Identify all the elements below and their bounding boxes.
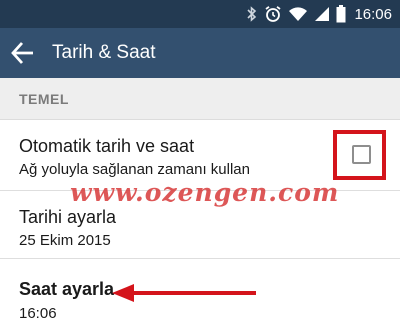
auto-datetime-title: Otomatik tarih ve saat bbox=[19, 136, 195, 156]
wifi-icon bbox=[289, 7, 308, 21]
section-header-basic: TEMEL bbox=[0, 78, 400, 120]
alarm-icon bbox=[265, 6, 281, 22]
auto-datetime-subtitle: Ağ yoluyla sağlanan zamanı kullan bbox=[19, 161, 250, 178]
auto-datetime-checkbox[interactable] bbox=[352, 145, 371, 164]
battery-icon bbox=[336, 5, 346, 23]
auto-datetime-setting[interactable]: Otomatik tarih ve saat Ağ yoluyla sağlan… bbox=[0, 120, 400, 191]
set-time-setting[interactable]: Saat ayarla 16:06 bbox=[0, 259, 400, 331]
set-date-setting[interactable]: Tarihi ayarla 25 Ekim 2015 bbox=[0, 191, 400, 259]
set-date-title: Tarihi ayarla bbox=[19, 207, 117, 227]
status-bar: 16:06 bbox=[0, 0, 400, 28]
section-label: TEMEL bbox=[19, 91, 69, 107]
set-time-value: 16:06 bbox=[19, 305, 57, 322]
app-bar: Tarih & Saat bbox=[0, 28, 400, 78]
arrow-left-icon[interactable] bbox=[10, 40, 36, 66]
status-time: 16:06 bbox=[354, 5, 392, 23]
status-icons: 16:06 bbox=[246, 4, 392, 24]
bluetooth-icon bbox=[247, 6, 257, 22]
set-date-value: 25 Ekim 2015 bbox=[19, 232, 111, 249]
signal-icon bbox=[315, 7, 330, 21]
set-time-title: Saat ayarla bbox=[19, 279, 115, 299]
page-title: Tarih & Saat bbox=[52, 42, 156, 63]
